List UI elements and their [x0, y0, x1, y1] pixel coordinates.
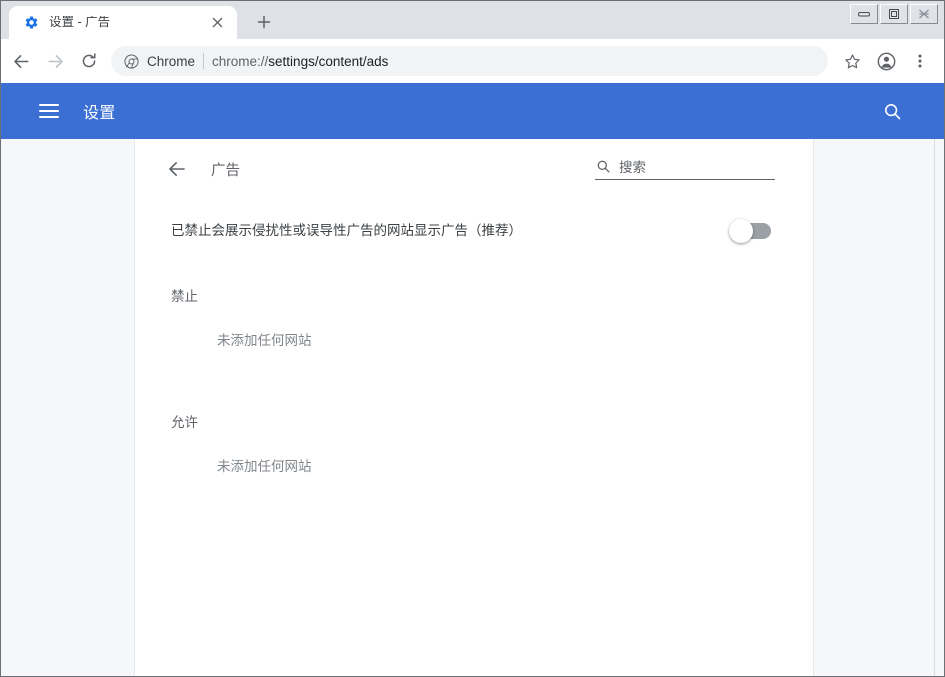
window-controls — [850, 4, 938, 24]
ads-setting-row[interactable]: 已禁止会展示侵扰性或误导性广告的网站显示广告（推荐） — [155, 199, 793, 263]
empty-state-allow: 未添加任何网站 — [171, 431, 777, 475]
new-tab-button[interactable] — [249, 7, 279, 37]
section-spacer — [155, 349, 793, 389]
omnibox-url-scheme: chrome:// — [212, 54, 268, 69]
browser-menu-icon[interactable] — [904, 45, 936, 77]
browser-window: 设置 - 广告 — [0, 0, 945, 677]
close-icon[interactable] — [207, 13, 227, 33]
settings-gear-icon — [23, 15, 39, 31]
address-bar[interactable]: Chrome chrome://settings/content/ads — [111, 46, 828, 76]
toggle-knob — [729, 219, 753, 243]
section-title-block: 禁止 — [171, 263, 777, 305]
settings-card: 广告 已禁止会展示侵扰性或误导性广告的网站显示广告（推荐） — [134, 139, 814, 676]
page-title: 设置 — [83, 99, 116, 123]
hamburger-menu-icon[interactable] — [39, 99, 63, 123]
browser-toolbar: Chrome chrome://settings/content/ads — [1, 39, 944, 83]
close-button[interactable] — [910, 4, 938, 24]
reload-icon[interactable] — [73, 45, 105, 77]
tab-strip: 设置 - 广告 — [1, 1, 944, 39]
settings-page-body: 广告 已禁止会展示侵扰性或误导性广告的网站显示广告（推荐） — [1, 139, 944, 676]
minimize-button[interactable] — [850, 4, 878, 24]
section-block: 禁止 未添加任何网站 — [155, 263, 793, 349]
back-icon[interactable] — [5, 45, 37, 77]
bookmark-star-icon[interactable] — [836, 45, 868, 77]
omnibox-chrome-label: Chrome — [147, 54, 195, 69]
tab-title: 设置 - 广告 — [49, 16, 207, 29]
ads-setting-toggle[interactable] — [731, 223, 771, 239]
search-input[interactable] — [619, 160, 775, 175]
right-gutter — [814, 139, 944, 676]
omnibox-divider — [203, 53, 204, 69]
search-icon — [595, 159, 611, 175]
hamburger-line — [39, 110, 59, 112]
hamburger-line — [39, 116, 59, 118]
profile-avatar-icon[interactable] — [870, 45, 902, 77]
section-title-allow: 允许 — [171, 389, 777, 431]
back-arrow-icon[interactable] — [163, 155, 191, 183]
left-gutter — [1, 139, 134, 676]
subpage-header: 广告 — [155, 139, 793, 199]
forward-icon[interactable] — [39, 45, 71, 77]
page-scrollbar[interactable] — [934, 139, 944, 676]
subpage-title: 广告 — [211, 159, 240, 180]
omnibox-url-path: settings/content/ads — [268, 54, 388, 69]
section-allow: 允许 未添加任何网站 — [155, 389, 793, 475]
browser-tab[interactable]: 设置 - 广告 — [9, 6, 237, 39]
ads-setting-label: 已禁止会展示侵扰性或误导性广告的网站显示广告（推荐） — [171, 221, 731, 241]
chrome-logo-icon — [123, 53, 139, 69]
hamburger-line — [39, 104, 59, 106]
search-box[interactable] — [595, 159, 775, 180]
empty-state-block: 未添加任何网站 — [171, 305, 777, 349]
settings-header: 设置 — [1, 83, 944, 139]
omnibox-url: chrome://settings/content/ads — [212, 54, 388, 69]
restore-button[interactable] — [880, 4, 908, 24]
search-icon[interactable] — [878, 97, 906, 125]
